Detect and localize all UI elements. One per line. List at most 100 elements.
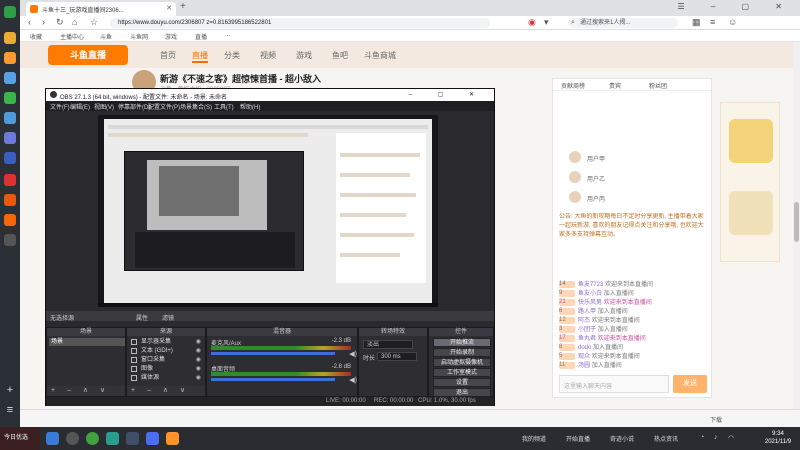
- user-icon[interactable]: ☺: [728, 17, 737, 27]
- speaker-icon[interactable]: ◀): [349, 350, 357, 358]
- studio-mode-button[interactable]: 工作室模式: [433, 368, 491, 377]
- extension-icon[interactable]: ◉: [528, 17, 536, 28]
- tray-wifi-icon[interactable]: ◠: [728, 434, 734, 442]
- close-tab-icon[interactable]: ✕: [166, 4, 172, 12]
- menu-edit[interactable]: 编辑(E): [70, 102, 90, 111]
- scrollbar-thumb[interactable]: [794, 202, 799, 242]
- app-icon[interactable]: [4, 112, 16, 124]
- bookmark-item[interactable]: 直播: [195, 32, 207, 41]
- chat-username[interactable]: 汤圆: [578, 363, 590, 369]
- taskbar-item[interactable]: 奇迹小说: [610, 434, 634, 443]
- start-streaming-button[interactable]: 开始推流: [433, 338, 491, 347]
- obs-taskbar-icon[interactable]: [66, 432, 79, 445]
- volume-fader[interactable]: [211, 378, 335, 381]
- duration-input[interactable]: 300 ms: [377, 352, 417, 361]
- clock[interactable]: 9:34 2021/11/9: [758, 430, 798, 446]
- obs-window-controls[interactable]: – ▢ ✕: [409, 91, 486, 98]
- app-icon[interactable]: [4, 52, 16, 64]
- app-taskbar-icon[interactable]: [146, 432, 159, 445]
- reload-icon[interactable]: ↻: [56, 17, 64, 28]
- nav-home[interactable]: 首页: [160, 50, 176, 61]
- app-icon[interactable]: [4, 152, 16, 164]
- menu-scene-collection[interactable]: 场景集合(S): [180, 102, 212, 111]
- browser-taskbar-icon[interactable]: [86, 432, 99, 445]
- app-icon[interactable]: [4, 32, 16, 44]
- tab-fans[interactable]: 粉丝团: [649, 81, 667, 90]
- app-icon[interactable]: [4, 72, 16, 84]
- bookmark-item[interactable]: 主播中心: [60, 32, 84, 41]
- new-tab-button[interactable]: +: [180, 1, 186, 12]
- scene-item[interactable]: 场景: [49, 338, 125, 346]
- nav-category[interactable]: 分类: [224, 50, 240, 61]
- download-label[interactable]: 下载: [710, 415, 722, 424]
- star-icon[interactable]: ☆: [90, 17, 98, 28]
- app-icon[interactable]: [4, 132, 16, 144]
- taskbar-item[interactable]: 热点资讯: [654, 434, 678, 443]
- app-taskbar-icon[interactable]: [166, 432, 179, 445]
- menu-profile[interactable]: 配置文件(P): [148, 102, 180, 111]
- app-taskbar-icon[interactable]: [106, 432, 119, 445]
- bookmark-item[interactable]: 斗鱼网: [130, 32, 148, 41]
- nav-shop[interactable]: 斗鱼商城: [364, 50, 396, 61]
- menu-help[interactable]: 帮助(H): [240, 102, 260, 111]
- search-input[interactable]: ⌕ 通过搜索来1人揭...: [568, 18, 678, 28]
- source-item[interactable]: 媒体源 ◉: [131, 374, 201, 382]
- menu-view[interactable]: 视图(V): [94, 102, 114, 111]
- virtual-camera-button[interactable]: 启动虚拟摄像机: [433, 358, 491, 367]
- window-controls[interactable]: ☰ – ▢ ✕: [677, 2, 794, 11]
- app-icon[interactable]: [4, 194, 16, 206]
- eye-icon[interactable]: ◉: [196, 347, 201, 355]
- taskbar-item[interactable]: 开始直播: [566, 434, 590, 443]
- nav-live[interactable]: 直播: [192, 50, 208, 63]
- source-item[interactable]: 图像 ◉: [131, 365, 201, 373]
- properties-button[interactable]: 属性: [136, 313, 148, 322]
- taskbar-item[interactable]: 我的频道: [522, 434, 546, 443]
- volume-fader[interactable]: [211, 352, 335, 355]
- back-icon[interactable]: ‹: [28, 17, 31, 27]
- scenes-footer[interactable]: + – ∧ ∨: [47, 386, 125, 396]
- tab-douyu[interactable]: 斗鱼十三_玩游戏直播间2306... ✕: [26, 2, 176, 16]
- menu-icon[interactable]: ≡: [710, 17, 715, 27]
- bookmark-item[interactable]: 游戏: [165, 32, 177, 41]
- page-scrollbar[interactable]: [793, 42, 800, 409]
- transition-select[interactable]: 淡出: [363, 340, 413, 349]
- obs-preview[interactable]: [98, 115, 438, 307]
- url-input[interactable]: https://www.douyu.com/2306807 z=0.816399…: [110, 18, 490, 28]
- app-icon[interactable]: [4, 234, 16, 246]
- menu-file[interactable]: 文件(F): [50, 102, 70, 111]
- tab-vip[interactable]: 贵宾: [609, 81, 621, 90]
- tray-network-icon[interactable]: ◔: [700, 434, 704, 441]
- settings-button[interactable]: 设置: [433, 378, 491, 387]
- rank-row[interactable]: 用户乙: [559, 171, 709, 185]
- add-app-icon[interactable]: +: [4, 384, 16, 396]
- start-recording-button[interactable]: 开始录制: [433, 348, 491, 357]
- app-icon[interactable]: [4, 92, 16, 104]
- bookmark-item[interactable]: 斗鱼: [100, 32, 112, 41]
- forward-icon[interactable]: ›: [42, 17, 45, 27]
- rank-row[interactable]: 用户丙: [559, 191, 709, 205]
- source-item[interactable]: 窗口采集 ◉: [131, 356, 201, 364]
- menu-docks[interactable]: 停靠部件(D): [118, 102, 150, 111]
- bookmark-item[interactable]: ...: [225, 32, 230, 38]
- eye-icon[interactable]: ◉: [196, 338, 201, 346]
- nav-games[interactable]: 游戏: [296, 50, 312, 61]
- speaker-icon[interactable]: ◀): [349, 376, 357, 384]
- browser-logo-icon[interactable]: [4, 6, 16, 18]
- tray-volume-icon[interactable]: ♪: [714, 434, 718, 441]
- side-promo[interactable]: [720, 102, 780, 262]
- menu-tools[interactable]: 工具(T): [214, 102, 234, 111]
- eye-icon[interactable]: ◉: [196, 374, 201, 382]
- exit-button[interactable]: 退出: [433, 388, 491, 397]
- filters-button[interactable]: 滤镜: [162, 313, 174, 322]
- home-icon[interactable]: ⌂: [72, 17, 77, 27]
- today-news-button[interactable]: 今日优选: [0, 427, 40, 450]
- app-icon[interactable]: [4, 214, 16, 226]
- menu-icon[interactable]: ≡: [4, 404, 16, 416]
- app-icon[interactable]: [4, 174, 16, 186]
- send-button[interactable]: 发送: [673, 375, 707, 393]
- douyu-logo[interactable]: 斗鱼直播: [48, 45, 128, 65]
- sources-footer[interactable]: + – ∧ ∨: [127, 386, 205, 396]
- eye-icon[interactable]: ◉: [196, 365, 201, 373]
- bookmark-item[interactable]: 收藏: [30, 32, 42, 41]
- start-icon[interactable]: [46, 432, 59, 445]
